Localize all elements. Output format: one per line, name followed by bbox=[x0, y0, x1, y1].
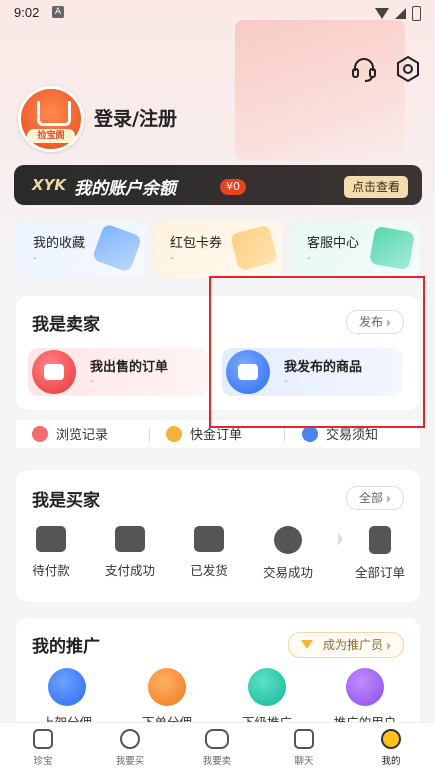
highlight-box bbox=[209, 276, 425, 428]
battery-icon bbox=[412, 6, 421, 21]
signal-icon bbox=[395, 8, 406, 19]
favorites-label: 我的收藏 bbox=[33, 236, 86, 251]
status-bar: 9:02 A bbox=[0, 0, 435, 26]
coupons-count: - bbox=[170, 253, 174, 264]
balance-title: 我的账户余额 bbox=[74, 179, 176, 199]
yen-icon bbox=[166, 426, 182, 442]
login-register-link[interactable]: 登录/注册 bbox=[94, 104, 177, 131]
all-orders-item[interactable]: 全部订单 bbox=[345, 526, 415, 581]
cart-icon bbox=[37, 101, 71, 126]
promotion-title: 我的推广 bbox=[32, 637, 100, 657]
user-search-icon bbox=[248, 668, 286, 706]
customer-center-label: 客服中心 bbox=[307, 236, 360, 251]
pending-payment-label: 待付款 bbox=[32, 563, 70, 578]
all-label: 全部 bbox=[358, 491, 383, 505]
become-promoter-label: 成为推广员 bbox=[322, 638, 383, 652]
shipped-item[interactable]: 已发货 bbox=[174, 526, 244, 579]
wallet-icon bbox=[36, 526, 66, 552]
chevron-right-icon bbox=[387, 641, 391, 650]
glasses-icon bbox=[205, 729, 229, 749]
divider bbox=[284, 428, 285, 442]
divider-arrow bbox=[338, 532, 343, 546]
avatar-logo-text: 捡宝阁 bbox=[27, 129, 75, 143]
all-orders-button[interactable]: 全部 bbox=[345, 486, 404, 510]
my-sold-orders-count: - bbox=[90, 376, 94, 387]
browse-history-label: 浏览记录 bbox=[56, 428, 109, 443]
coupon-icon bbox=[229, 224, 279, 272]
balance-amount: ¥0 bbox=[220, 179, 246, 195]
home-icon bbox=[33, 729, 53, 749]
paid-item[interactable]: 支付成功 bbox=[95, 526, 165, 579]
customer-center-card[interactable]: 客服中心 - bbox=[290, 221, 420, 277]
order-icon bbox=[148, 668, 186, 706]
settings-icon[interactable] bbox=[393, 54, 423, 84]
header-decoration bbox=[235, 20, 405, 160]
tab-sell[interactable]: 我要卖 bbox=[187, 729, 247, 767]
completed-label: 交易成功 bbox=[262, 565, 313, 580]
hand-icon bbox=[369, 225, 415, 271]
notice-icon bbox=[302, 426, 318, 442]
browse-history-link[interactable]: 浏览记录 bbox=[32, 424, 108, 443]
chat-icon bbox=[294, 729, 314, 749]
gamepad-icon bbox=[48, 668, 86, 706]
tab-treasure[interactable]: 珍宝 bbox=[13, 729, 73, 767]
shipped-label: 已发货 bbox=[190, 563, 228, 578]
account-balance-banner[interactable]: XYK 我的账户余额 ¥0 点击查看 bbox=[14, 165, 422, 205]
tab-mine[interactable]: 我的 bbox=[361, 729, 421, 767]
my-sold-orders-label: 我出售的订单 bbox=[90, 360, 169, 375]
favorites-count: - bbox=[33, 253, 37, 264]
seller-title: 我是卖家 bbox=[32, 315, 100, 335]
customer-service-icon[interactable] bbox=[349, 54, 379, 84]
view-balance-button[interactable]: 点击查看 bbox=[343, 176, 408, 198]
tab-sell-label: 我要卖 bbox=[202, 756, 232, 767]
tab-treasure-label: 珍宝 bbox=[33, 756, 53, 767]
bottom-tab-bar: 珍宝 我要买 我要卖 聊天 我的 bbox=[0, 722, 435, 774]
favorites-card[interactable]: 我的收藏 - bbox=[16, 221, 145, 277]
diamond-icon bbox=[300, 640, 313, 649]
paid-label: 支付成功 bbox=[104, 563, 155, 578]
chevron-right-icon bbox=[387, 494, 391, 503]
compass-icon bbox=[120, 729, 140, 749]
avatar[interactable]: 捡宝阁 bbox=[18, 86, 84, 152]
smile-icon bbox=[381, 729, 401, 749]
status-icons bbox=[375, 6, 421, 21]
buyer-section: 我是买家 全部 待付款 支付成功 已发货 交易成功 全部订单 bbox=[16, 470, 420, 602]
gamepad-icon bbox=[32, 350, 76, 394]
tab-buy-label: 我要买 bbox=[115, 756, 145, 767]
wifi-icon bbox=[375, 8, 389, 19]
coupons-card[interactable]: 红包卡券 - bbox=[153, 221, 282, 277]
eye-icon bbox=[32, 426, 48, 442]
box-icon bbox=[194, 526, 224, 552]
pending-payment-item[interactable]: 待付款 bbox=[16, 526, 86, 579]
users-icon bbox=[346, 668, 384, 706]
all-orders-label: 全部订单 bbox=[354, 565, 405, 580]
completed-item[interactable]: 交易成功 bbox=[253, 526, 323, 581]
tab-buy[interactable]: 我要买 bbox=[100, 729, 160, 767]
notification-icon: A bbox=[52, 6, 64, 18]
customer-center-sub: - bbox=[307, 253, 311, 264]
document-icon bbox=[369, 526, 391, 554]
yen-coin-icon bbox=[274, 526, 302, 554]
status-time: 9:02 bbox=[14, 5, 40, 20]
tab-chat-label: 聊天 bbox=[294, 756, 314, 767]
buyer-title: 我是买家 bbox=[32, 491, 100, 511]
tab-mine-label: 我的 bbox=[381, 756, 401, 767]
balance-brand: XYK bbox=[32, 176, 67, 194]
divider bbox=[149, 428, 150, 442]
star-tag-icon bbox=[91, 223, 143, 273]
become-promoter-button[interactable]: 成为推广员 bbox=[287, 632, 404, 658]
my-sold-orders-tile[interactable]: 我出售的订单 - bbox=[28, 348, 208, 396]
coupons-label: 红包卡券 bbox=[170, 236, 223, 251]
tab-chat[interactable]: 聊天 bbox=[274, 729, 334, 767]
trade-notice-label: 交易须知 bbox=[326, 428, 379, 443]
quick-gold-orders-label: 快金订单 bbox=[190, 428, 243, 443]
card-icon bbox=[115, 526, 145, 552]
